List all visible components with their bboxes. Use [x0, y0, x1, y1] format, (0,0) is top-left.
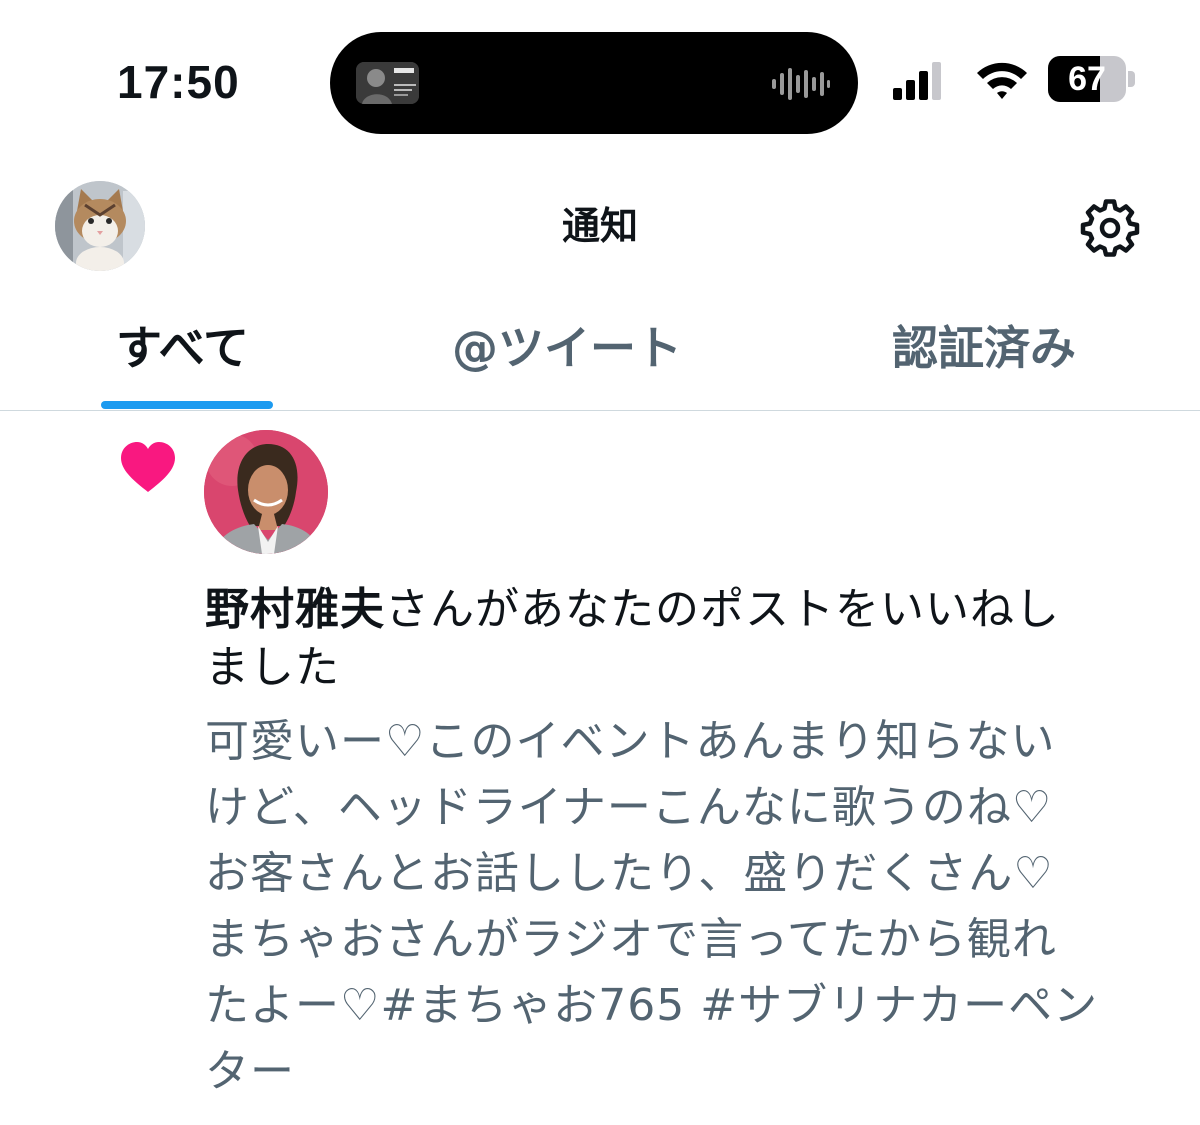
- action-text: さんがあなたのポストをいいねし: [385, 584, 1060, 635]
- active-tab-indicator: [101, 401, 273, 409]
- audio-waveform-icon: [772, 68, 830, 100]
- action-text-continued: ました: [205, 642, 340, 693]
- heart-icon: [121, 442, 175, 492]
- wifi-icon: [977, 62, 1027, 99]
- page-title: 通知: [561, 204, 638, 248]
- cellular-signal-icon: [893, 62, 941, 100]
- dynamic-island[interactable]: [330, 32, 858, 134]
- tab-mentions-label: @ツイート: [452, 321, 682, 375]
- liker-name[interactable]: 野村雅夫: [205, 584, 385, 635]
- notification-item[interactable]: 野村雅夫さんがあなたのポストをいいねし ました 可愛いー♡このイベントあんまり知ら…: [0, 411, 1200, 1125]
- post-line: たよー♡#まちゃお765 #サブリナカーペン: [205, 980, 1099, 1031]
- liked-post-text[interactable]: 可愛いー♡このイベントあんまり知らない けど、ヘッドライナーこんなに歌うのね♡ …: [205, 709, 1180, 1105]
- post-line: お客さんとお話ししたり、盛りだくさん♡: [205, 848, 1054, 899]
- tab-verified-label: 認証済み: [892, 321, 1076, 375]
- notification-tabs: すべて @ツイート 認証済み: [0, 300, 1200, 410]
- tab-all-label: すべて: [116, 321, 249, 375]
- status-time: 17:50: [117, 56, 240, 108]
- person-photo-icon: [204, 430, 328, 554]
- gear-icon[interactable]: [1080, 198, 1140, 258]
- tab-verified[interactable]: 認証済み: [800, 300, 1200, 410]
- now-playing-artwork: [356, 62, 419, 104]
- liker-avatar[interactable]: [204, 430, 328, 554]
- battery-percentage: 67: [1068, 60, 1106, 98]
- post-line: まちゃおさんがラジオで言ってたから観れ: [205, 914, 1057, 965]
- tab-all[interactable]: すべて: [0, 300, 380, 410]
- tab-mentions[interactable]: @ツイート: [380, 300, 800, 410]
- post-line: ター: [205, 1046, 295, 1097]
- battery-indicator: 67: [1048, 56, 1136, 102]
- post-line: けど、ヘッドライナーこんなに歌うのね♡: [205, 782, 1053, 833]
- notification-text: 野村雅夫さんがあなたのポストをいいねし ました: [205, 581, 1180, 697]
- post-line: 可愛いー♡このイベントあんまり知らない: [205, 716, 1056, 767]
